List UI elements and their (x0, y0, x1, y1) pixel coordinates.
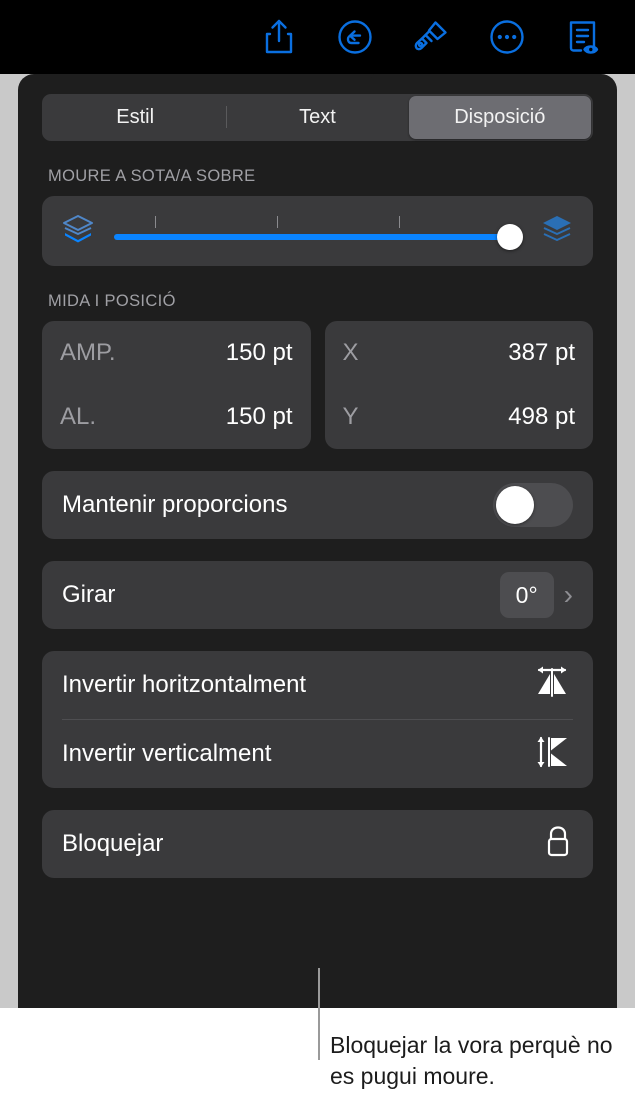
rotate-label: Girar (62, 581, 116, 608)
tab-disposicio-label: Disposició (454, 106, 546, 128)
callout-line (318, 1008, 320, 1060)
width-field[interactable]: AMP. 150 pt (60, 321, 293, 385)
width-label: AMP. (60, 339, 116, 366)
callout-caption: Bloquejar la vora perquè no es pugui mou… (330, 1032, 613, 1090)
height-field[interactable]: AL. 150 pt (60, 385, 293, 449)
x-field[interactable]: X 387 pt (343, 321, 576, 385)
slider-thumb[interactable] (497, 224, 523, 250)
flip-horizontal-row[interactable]: Invertir horitzontalment (42, 651, 593, 719)
send-to-back-icon[interactable] (60, 213, 96, 250)
tab-text[interactable]: Text (226, 96, 408, 139)
undo-button[interactable] (317, 9, 393, 65)
flip-vertical-icon (531, 732, 573, 777)
x-label: X (342, 339, 359, 366)
tab-estil[interactable]: Estil (44, 96, 226, 139)
y-value: 498 pt (508, 403, 575, 430)
more-icon (488, 18, 526, 56)
undo-icon (336, 18, 374, 56)
format-popover: Estil Text Disposició MOURE A SOTA/A SOB… (18, 74, 617, 1008)
document-view-icon (564, 17, 602, 57)
share-icon (261, 18, 297, 56)
callout-line-upper (318, 968, 320, 1010)
format-brush-button[interactable] (393, 9, 469, 65)
lock-card: Bloquejar (42, 810, 593, 878)
height-label: AL. (60, 403, 97, 430)
arrange-section-label: MOURE A SOTA/A SOBRE (48, 167, 256, 185)
constrain-proportions-label: Mantenir proporcions (62, 491, 288, 518)
slider-track-fill (114, 234, 521, 240)
toggle-knob (496, 486, 534, 524)
lock-icon (543, 823, 573, 866)
y-field[interactable]: Y 498 pt (343, 385, 576, 449)
height-value: 150 pt (225, 403, 293, 430)
slider-tick (276, 216, 279, 228)
brush-icon (411, 17, 451, 57)
y-label: Y (342, 403, 359, 430)
share-button[interactable] (241, 9, 317, 65)
rotate-card: Girar 0° › (42, 561, 593, 629)
lock-row[interactable]: Bloquejar (42, 810, 593, 878)
document-view-button[interactable] (545, 9, 621, 65)
slider-tick (398, 216, 401, 228)
flip-horizontal-icon (531, 664, 573, 707)
size-position-section-label: MIDA I POSICIÓ (48, 292, 176, 310)
more-options-button[interactable] (469, 9, 545, 65)
tab-estil-label: Estil (116, 106, 155, 128)
flip-vertical-row[interactable]: Invertir verticalment (42, 720, 593, 788)
slider-tick (154, 216, 157, 228)
size-position-row: AMP. 150 pt AL. 150 pt X 387 pt Y 498 pt (42, 321, 593, 449)
x-value: 387 pt (508, 339, 575, 366)
arrange-slider-card (42, 196, 593, 266)
lock-label: Bloquejar (62, 830, 164, 857)
format-tabs: Estil Text Disposició (42, 94, 593, 141)
tab-text-label: Text (299, 106, 336, 128)
arrange-slider[interactable] (114, 216, 523, 250)
constrain-proportions-row[interactable]: Mantenir proporcions (42, 471, 593, 539)
flip-card: Invertir horitzontalment Invertir vertic… (42, 651, 593, 788)
rotate-value-chip[interactable]: 0° (499, 572, 554, 618)
tab-disposicio[interactable]: Disposició (408, 96, 591, 139)
chevron-right-icon[interactable]: › (564, 581, 573, 609)
flip-vertical-label: Invertir verticalment (62, 740, 272, 767)
slider-ticks (114, 216, 521, 228)
size-card: AMP. 150 pt AL. 150 pt (42, 321, 311, 449)
top-toolbar (0, 0, 635, 74)
rotate-row[interactable]: Girar 0° › (42, 561, 593, 629)
position-card: X 387 pt Y 498 pt (324, 321, 593, 449)
flip-horizontal-label: Invertir horitzontalment (62, 671, 307, 698)
constrain-proportions-card: Mantenir proporcions (42, 471, 593, 539)
rotate-trailing: 0° › (499, 572, 573, 618)
width-value: 150 pt (225, 339, 293, 366)
constrain-proportions-toggle[interactable] (493, 483, 573, 527)
bring-to-front-icon[interactable] (539, 213, 575, 250)
